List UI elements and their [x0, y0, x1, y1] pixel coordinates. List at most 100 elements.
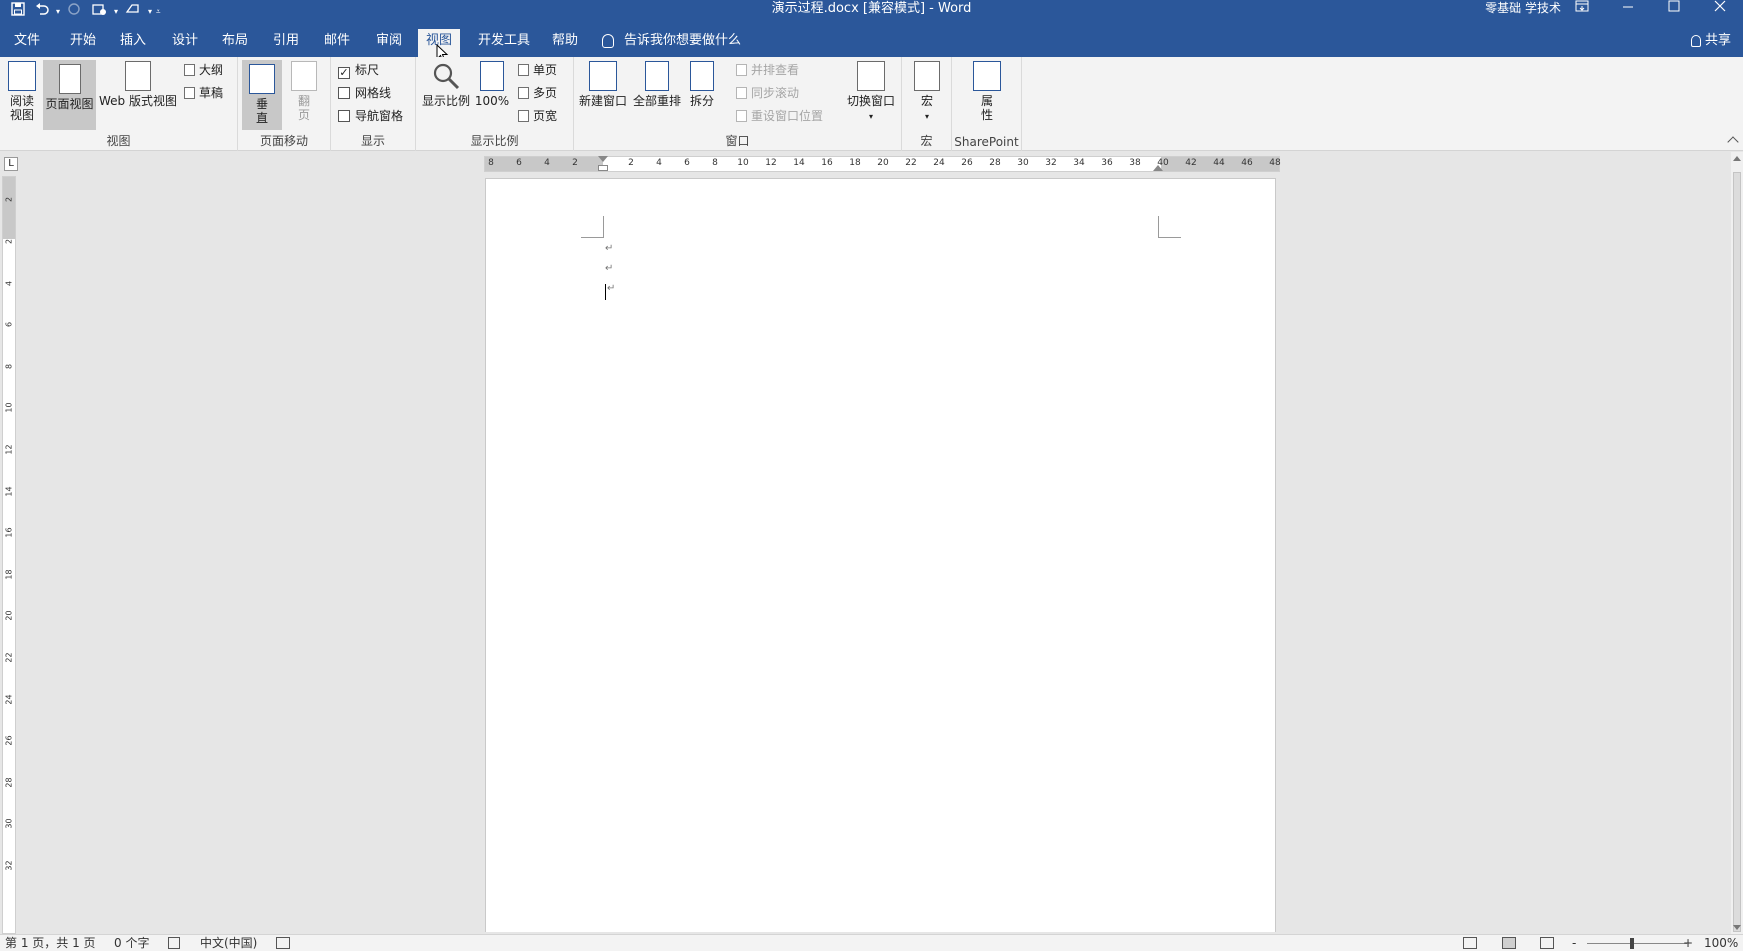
zoom-level[interactable]: 100% — [1704, 935, 1738, 951]
vertical-ruler-tick-label: 2 — [4, 238, 14, 245]
web-layout-view-icon[interactable] — [1540, 937, 1554, 949]
group-zoom: 显示比例 100% 单页 多页 页宽 显示比例 — [416, 57, 574, 151]
web-layout-label: Web 版式视图 — [99, 94, 177, 108]
collapse-ribbon-icon[interactable] — [1727, 136, 1739, 148]
ruler-tick-label: 32 — [1045, 158, 1057, 168]
status-bar: 第 1 页，共 1 页 0 个字 中文(中国) - + 100% — [0, 934, 1743, 951]
multiple-pages-icon — [518, 87, 529, 99]
tab-layout[interactable]: 布局 — [214, 26, 256, 57]
properties-label-1: 属 — [980, 94, 993, 108]
word-count[interactable]: 0 个字 — [114, 935, 149, 951]
zoom-100-button[interactable]: 100% — [474, 61, 510, 108]
arrange-all-button[interactable]: 全部重排 — [632, 61, 682, 108]
one-page-button[interactable]: 单页 — [518, 61, 557, 79]
ruler-tick-label: 12 — [765, 158, 777, 168]
ruler-checkbox[interactable]: ✓ 标尺 — [338, 61, 379, 79]
vertical-scrollbar[interactable] — [1731, 152, 1743, 934]
vertical-button[interactable]: 垂 直 — [242, 60, 282, 130]
page-width-icon — [518, 110, 529, 122]
one-page-icon — [518, 64, 529, 76]
gridlines-label: 网格线 — [355, 86, 392, 100]
tab-developer[interactable]: 开发工具 — [470, 26, 538, 57]
vertical-ruler[interactable]: 2 2 4 6 8 10 12 14 16 18 20 22 24 26 28 30 32 — [2, 176, 16, 934]
nav-pane-label: 导航窗格 — [355, 109, 404, 123]
gridlines-checkbox[interactable]: 网格线 — [338, 84, 391, 102]
tab-home[interactable]: 开始 — [62, 26, 104, 57]
tab-selector[interactable]: L — [4, 157, 18, 171]
proofing-icon[interactable] — [168, 937, 180, 949]
tab-mailings[interactable]: 邮件 — [316, 26, 358, 57]
synchronous-scrolling-button[interactable]: 同步滚动 — [736, 84, 799, 102]
multiple-pages-button[interactable]: 多页 — [518, 84, 557, 102]
draft-button[interactable]: 草稿 — [184, 84, 223, 102]
side-to-side-button[interactable]: 翻 页 — [286, 61, 322, 122]
text-cursor — [605, 284, 606, 300]
new-window-button[interactable]: 新建窗口 — [578, 61, 628, 108]
switch-windows-button[interactable]: 切换窗口 ▾ — [844, 61, 898, 124]
zoom-slider[interactable] — [1587, 943, 1687, 944]
vertical-ruler-tick-label: 28 — [4, 777, 14, 788]
zoom-button[interactable]: 显示比例 — [420, 61, 472, 108]
read-mode-view-icon[interactable] — [1463, 937, 1477, 949]
ribbon-display-options-icon[interactable] — [1559, 0, 1605, 26]
zoom-in-button[interactable]: + — [1683, 935, 1693, 951]
tab-file[interactable]: 文件 — [6, 26, 48, 57]
ruler-tick-label: 34 — [1073, 158, 1085, 168]
tab-review[interactable]: 审阅 — [368, 26, 410, 57]
ruler-tick-label: 46 — [1241, 158, 1253, 168]
page-width-button[interactable]: 页宽 — [518, 107, 557, 125]
document-title: 演示过程.docx [兼容模式] - Word — [771, 1, 972, 16]
vertical-ruler-tick-label: 32 — [4, 860, 14, 871]
scroll-thumb[interactable] — [1733, 172, 1741, 932]
new-window-label: 新建窗口 — [578, 94, 627, 108]
page-count[interactable]: 第 1 页，共 1 页 — [5, 935, 96, 951]
ruler-tick-label: 18 — [849, 158, 861, 168]
reset-window-position-button[interactable]: 重设窗口位置 — [736, 107, 823, 125]
split-button[interactable]: 拆分 — [686, 61, 718, 108]
vertical-label-2: 直 — [255, 111, 268, 125]
print-layout-view-icon[interactable] — [1502, 937, 1516, 949]
properties-button[interactable]: 属 性 — [968, 61, 1006, 122]
close-icon[interactable] — [1697, 0, 1743, 26]
scroll-up-icon[interactable] — [1733, 156, 1741, 161]
tab-references[interactable]: 引用 — [265, 26, 307, 57]
one-page-label: 单页 — [533, 63, 558, 77]
ruler-tick-label: 24 — [933, 158, 945, 168]
zoom-slider-thumb[interactable] — [1630, 938, 1634, 949]
tab-help[interactable]: 帮助 — [544, 26, 586, 57]
ribbon: 阅读 视图 页面视图 Web 版式视图 大纲 草稿 视图 垂 直 翻 页 页面移… — [0, 57, 1743, 151]
user-name[interactable]: 零基础 学技术 — [1485, 0, 1561, 16]
macros-button[interactable]: 宏 ▾ — [908, 61, 946, 124]
ruler-tick-label: 6 — [684, 158, 690, 168]
zoom-out-button[interactable]: - — [1572, 935, 1576, 951]
minimize-icon[interactable] — [1605, 0, 1651, 26]
maximize-icon[interactable] — [1651, 0, 1697, 26]
scroll-down-icon[interactable] — [1733, 925, 1741, 930]
web-layout-button[interactable]: Web 版式视图 — [97, 61, 179, 108]
indent-marker-icon[interactable] — [598, 156, 608, 162]
sync-scroll-label: 同步滚动 — [751, 86, 800, 100]
navigation-pane-checkbox[interactable]: 导航窗格 — [338, 107, 403, 125]
tell-me-search[interactable]: 告诉我你想要做什么 — [602, 26, 741, 56]
right-indent-marker-icon[interactable] — [1153, 165, 1163, 171]
language-indicator[interactable]: 中文(中国) — [200, 935, 257, 951]
share-button[interactable]: 共享 — [1690, 26, 1731, 56]
document-page[interactable]: ↵ ↵ ↵ — [485, 178, 1276, 932]
view-side-by-side-button[interactable]: 并排查看 — [736, 61, 799, 79]
tab-design[interactable]: 设计 — [164, 26, 206, 57]
group-macros: 宏 ▾ 宏 — [902, 57, 952, 151]
ruler-tick-label: 38 — [1129, 158, 1141, 168]
vertical-ruler-tick-label: 16 — [4, 527, 14, 538]
group-page-movement: 垂 直 翻 页 页面移动 — [238, 57, 331, 151]
macro-recording-icon[interactable] — [276, 937, 290, 949]
hanging-indent-marker-icon[interactable] — [598, 165, 608, 171]
outline-button[interactable]: 大纲 — [184, 61, 223, 79]
ruler-tick-label: 36 — [1101, 158, 1113, 168]
print-layout-button[interactable]: 页面视图 — [43, 60, 96, 130]
read-mode-button[interactable]: 阅读 视图 — [4, 61, 40, 122]
draft-icon — [184, 87, 195, 99]
horizontal-ruler[interactable]: 8 6 4 2 2 4 6 8 10 12 14 16 18 20 22 24 26 28 30 32 34 36 38 40… — [484, 156, 1281, 172]
group-views-label: 视图 — [106, 134, 131, 148]
read-mode-label-1: 阅读 — [9, 94, 34, 108]
tab-insert[interactable]: 插入 — [112, 26, 154, 57]
